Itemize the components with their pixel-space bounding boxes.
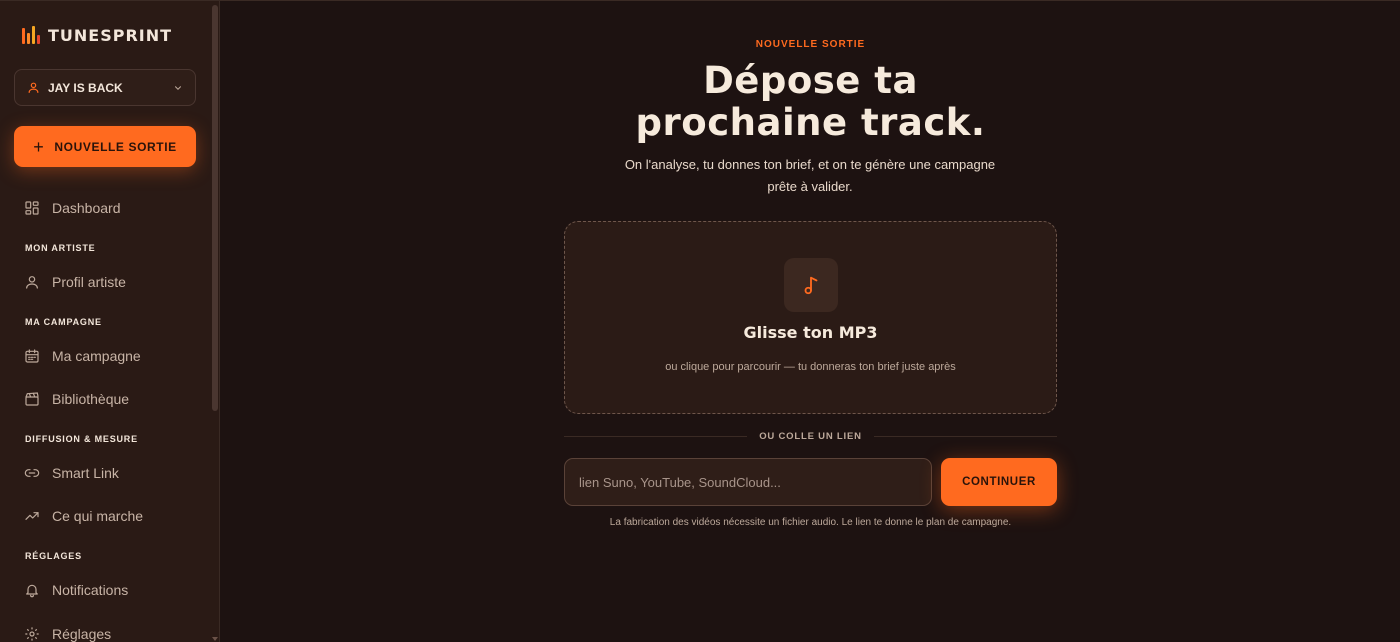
sidebar-item-label: Smart Link	[52, 465, 119, 481]
continue-button[interactable]: CONTINUER	[941, 458, 1057, 506]
logo-bars-icon	[22, 26, 40, 44]
dropzone-hint: ou clique pour parcourir — tu donneras t…	[665, 361, 956, 373]
brand-logo[interactable]: TUNESPRINT	[22, 25, 172, 45]
sidebar-item-label: Réglages	[52, 626, 112, 642]
sidebar-scrollbar[interactable]	[210, 1, 220, 642]
sidebar-item-dashboard[interactable]: Dashboard	[14, 191, 196, 225]
page-title-line-1: Dépose ta	[703, 59, 918, 102]
sidebar-item-settings[interactable]: Réglages	[14, 617, 196, 642]
sidebar-item-label: Profil artiste	[52, 274, 126, 290]
or-divider: OU COLLE UN LIEN	[564, 429, 1057, 443]
mp3-dropzone[interactable]: Glisse ton MP3 ou clique pour parcourir …	[564, 221, 1057, 414]
sidebar-item-notifications[interactable]: Notifications	[14, 573, 196, 607]
brand-name: TUNESPRINT	[48, 25, 173, 45]
artist-select[interactable]: JAY IS BACK	[14, 69, 196, 106]
sidebar-item-label: Notifications	[52, 582, 129, 598]
music-note-icon	[784, 258, 838, 312]
chevron-down-icon	[174, 85, 182, 90]
user-icon	[26, 276, 38, 289]
scroll-down-arrow-icon[interactable]	[212, 637, 218, 641]
bell-icon	[26, 584, 38, 598]
divider-label: OU COLLE UN LIEN	[759, 430, 862, 442]
sidebar-item-smartlink[interactable]: Smart Link	[14, 456, 196, 490]
sidebar-item-label: Ce qui marche	[52, 508, 144, 524]
link-input[interactable]	[564, 458, 932, 506]
plus-icon: +	[33, 136, 45, 157]
footnote: La fabrication des vidéos nécessite un f…	[609, 517, 1012, 528]
section-label-artist: MON ARTISTE	[25, 243, 96, 253]
dropzone-title: Glisse ton MP3	[743, 323, 878, 342]
gear-icon	[25, 627, 39, 641]
sidebar: TUNESPRINT JAY IS BACK + NOUVELLE SORTIE…	[0, 1, 210, 642]
user-icon	[28, 82, 39, 93]
scrollbar-thumb[interactable]	[212, 5, 218, 411]
divider-line	[564, 435, 748, 437]
page-title-line-2: prochaine track.	[635, 101, 986, 144]
dashboard-icon	[25, 201, 39, 215]
page-subtitle: On l'analyse, tu donnes ton brief, et on…	[624, 157, 996, 194]
section-label-diffusion: DIFFUSION & MESURE	[25, 434, 138, 444]
sidebar-item-label: Ma campagne	[52, 348, 141, 364]
clapperboard-icon	[25, 392, 39, 406]
link-icon	[24, 469, 40, 477]
calendar-icon	[25, 349, 39, 363]
sidebar-item-label: Dashboard	[52, 200, 121, 216]
sidebar-item-campaign[interactable]: Ma campagne	[14, 339, 196, 373]
trending-up-icon	[25, 512, 39, 520]
artist-select-value: JAY IS BACK	[48, 80, 123, 95]
sidebar-item-label: Bibliothèque	[52, 391, 130, 407]
new-release-button[interactable]: + NOUVELLE SORTIE	[14, 126, 196, 167]
eyebrow-label: NOUVELLE SORTIE	[755, 39, 866, 50]
app-window: TUNESPRINT JAY IS BACK + NOUVELLE SORTIE…	[0, 0, 1400, 642]
page-title: Dépose ta prochaine track.	[221, 60, 1400, 144]
sidebar-item-profile[interactable]: Profil artiste	[14, 265, 196, 299]
divider-line	[873, 435, 1057, 437]
sidebar-item-library[interactable]: Bibliothèque	[14, 382, 196, 416]
section-label-campaign: MA CAMPAGNE	[25, 317, 102, 327]
main-content: NOUVELLE SORTIE Dépose ta prochaine trac…	[221, 1, 1400, 642]
sidebar-item-what-works[interactable]: Ce qui marche	[14, 499, 196, 533]
new-release-label: NOUVELLE SORTIE	[54, 139, 177, 154]
section-label-settings: RÉGLAGES	[25, 551, 82, 561]
